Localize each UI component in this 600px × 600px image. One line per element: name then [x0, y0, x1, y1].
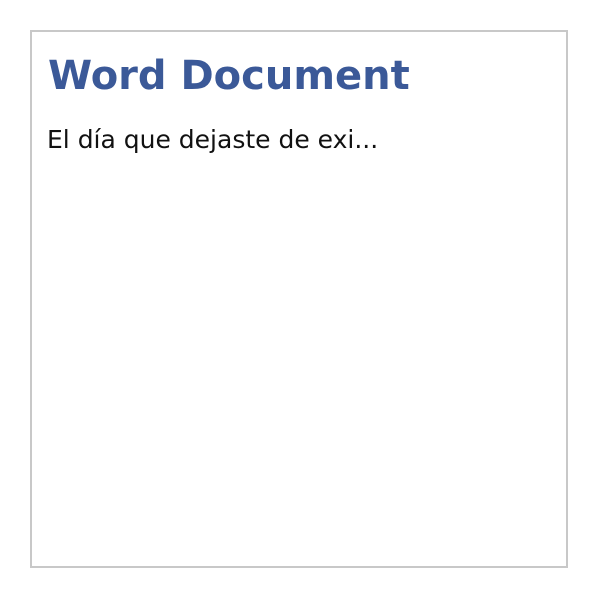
document-title[interactable]: Word Document — [48, 52, 410, 100]
document-card[interactable]: Word Document El día que dejaste de exi.… — [30, 30, 568, 568]
document-preview-text: El día que dejaste de exi... — [47, 125, 379, 154]
